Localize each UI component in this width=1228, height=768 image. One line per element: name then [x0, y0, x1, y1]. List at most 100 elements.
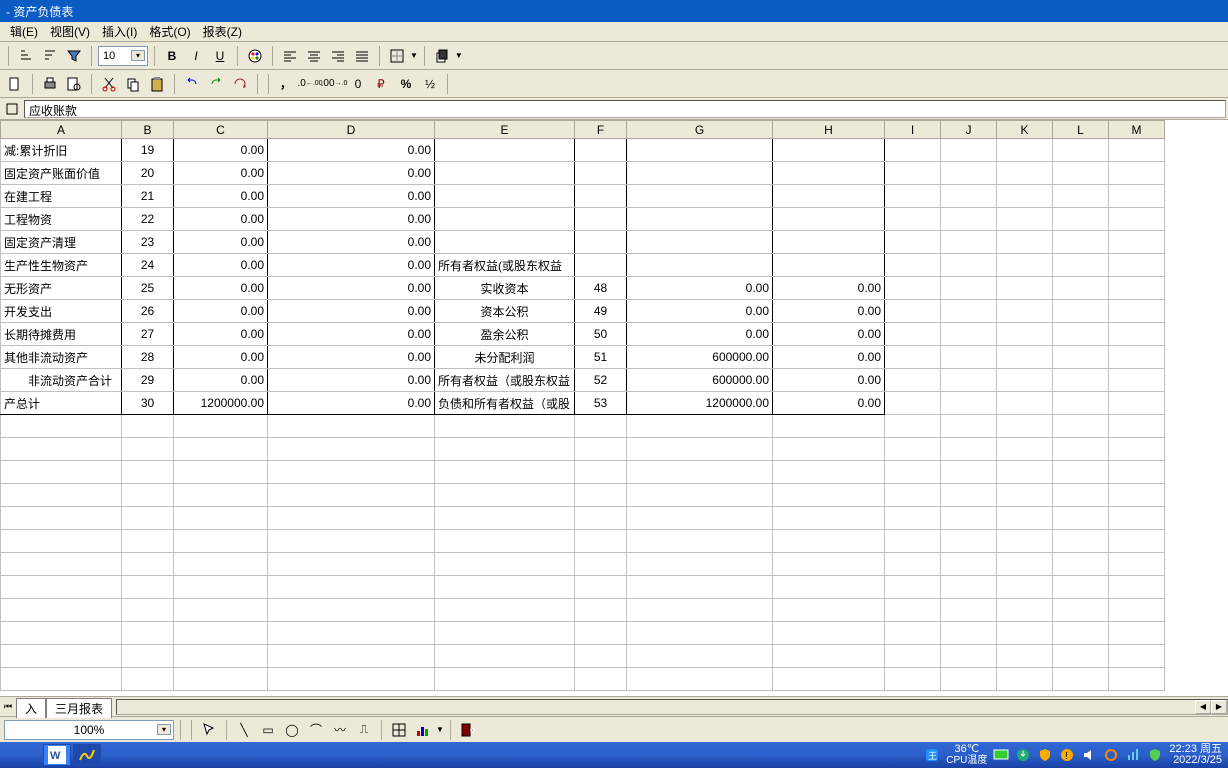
paste-icon[interactable] — [146, 73, 168, 95]
cell[interactable] — [885, 185, 941, 208]
cell[interactable] — [1109, 254, 1165, 277]
cell[interactable] — [885, 392, 941, 415]
cell[interactable] — [1109, 346, 1165, 369]
font-size-select[interactable]: 10 — [98, 46, 148, 66]
cell[interactable] — [122, 576, 174, 599]
cell[interactable]: 600000.00 — [627, 346, 773, 369]
cell[interactable] — [773, 622, 885, 645]
menu-report[interactable]: 报表(Z) — [197, 21, 248, 42]
cell[interactable] — [997, 622, 1053, 645]
cell[interactable] — [1053, 461, 1109, 484]
cell[interactable] — [268, 484, 435, 507]
cell[interactable] — [1053, 392, 1109, 415]
cell[interactable] — [575, 484, 627, 507]
scroll-right-icon[interactable]: ▶ — [1211, 700, 1227, 714]
cell[interactable] — [627, 461, 773, 484]
cell[interactable] — [627, 162, 773, 185]
col-header[interactable]: J — [941, 121, 997, 139]
cell[interactable] — [627, 553, 773, 576]
cell[interactable] — [268, 622, 435, 645]
new-icon[interactable] — [4, 73, 26, 95]
col-header[interactable]: K — [997, 121, 1053, 139]
cell[interactable] — [1109, 622, 1165, 645]
oval-tool-icon[interactable]: ◯ — [281, 719, 303, 741]
cell[interactable]: 0.00 — [268, 231, 435, 254]
cell[interactable]: 0.00 — [627, 300, 773, 323]
cell[interactable] — [122, 484, 174, 507]
cell[interactable] — [122, 622, 174, 645]
cell[interactable]: 0.00 — [773, 346, 885, 369]
cell[interactable] — [575, 254, 627, 277]
horizontal-scrollbar[interactable]: ◀ ▶ — [116, 699, 1228, 715]
tray-app-icon[interactable]: 王 — [924, 747, 940, 763]
cell[interactable] — [1109, 392, 1165, 415]
cell[interactable] — [885, 162, 941, 185]
cell[interactable] — [773, 185, 885, 208]
cell[interactable]: 无形资产 — [1, 277, 122, 300]
cell[interactable]: 未分配利润 — [435, 346, 575, 369]
cell[interactable]: 0.00 — [174, 139, 268, 162]
menu-format[interactable]: 格式(O) — [143, 21, 196, 42]
cell[interactable] — [941, 139, 997, 162]
col-header[interactable]: B — [122, 121, 174, 139]
cell[interactable] — [1053, 254, 1109, 277]
cell[interactable]: 0.00 — [268, 277, 435, 300]
tray-download-icon[interactable] — [1015, 747, 1031, 763]
tray-monitor-icon[interactable] — [993, 747, 1009, 763]
cell[interactable] — [885, 139, 941, 162]
cell[interactable]: 实收资本 — [435, 277, 575, 300]
cell[interactable] — [1109, 369, 1165, 392]
cell[interactable] — [1053, 599, 1109, 622]
cell[interactable]: 48 — [575, 277, 627, 300]
cell[interactable] — [174, 599, 268, 622]
cell[interactable] — [575, 139, 627, 162]
cell[interactable]: 固定资产清理 — [1, 231, 122, 254]
cell[interactable]: 0.00 — [174, 277, 268, 300]
cell[interactable] — [941, 645, 997, 668]
cell[interactable] — [1053, 507, 1109, 530]
curve-tool-icon[interactable]: 〰 — [329, 719, 351, 741]
cell[interactable] — [435, 645, 575, 668]
cell[interactable] — [1, 438, 122, 461]
redo-icon[interactable] — [205, 73, 227, 95]
cell[interactable] — [435, 530, 575, 553]
cell[interactable] — [435, 231, 575, 254]
tray-warn-icon[interactable]: ! — [1059, 747, 1075, 763]
cell[interactable]: 产总计 — [1, 392, 122, 415]
line-tool-icon[interactable]: ╲ — [233, 719, 255, 741]
cell[interactable] — [941, 461, 997, 484]
cell[interactable]: 0.00 — [773, 369, 885, 392]
cell[interactable]: 0.00 — [174, 300, 268, 323]
cell[interactable] — [941, 185, 997, 208]
align-left-button[interactable] — [279, 45, 301, 67]
cell[interactable] — [885, 438, 941, 461]
cell[interactable] — [885, 484, 941, 507]
cell[interactable]: 23 — [122, 231, 174, 254]
cell[interactable] — [435, 507, 575, 530]
cell[interactable] — [773, 139, 885, 162]
cell[interactable]: 0.00 — [268, 185, 435, 208]
cell[interactable] — [885, 622, 941, 645]
currency-icon[interactable]: ₽ — [371, 73, 393, 95]
cell[interactable] — [997, 576, 1053, 599]
cell[interactable] — [435, 438, 575, 461]
col-header[interactable]: A — [1, 121, 122, 139]
cell[interactable] — [997, 438, 1053, 461]
cell[interactable] — [997, 208, 1053, 231]
cell[interactable] — [997, 277, 1053, 300]
grid-tool-icon[interactable] — [388, 719, 410, 741]
cell[interactable] — [1109, 438, 1165, 461]
print-icon[interactable] — [39, 73, 61, 95]
cell[interactable] — [997, 484, 1053, 507]
cell[interactable] — [997, 369, 1053, 392]
taskbar-app-current[interactable] — [73, 744, 101, 766]
cell[interactable]: 26 — [122, 300, 174, 323]
cell[interactable] — [122, 415, 174, 438]
cell[interactable] — [575, 438, 627, 461]
tray-clock[interactable]: 22:23 周五 2022/3/25 — [1169, 744, 1222, 766]
cell[interactable] — [1109, 231, 1165, 254]
cell[interactable]: 负债和所有者权益（或股 — [435, 392, 575, 415]
cell[interactable]: 1200000.00 — [627, 392, 773, 415]
cell[interactable] — [773, 530, 885, 553]
cell[interactable] — [575, 208, 627, 231]
